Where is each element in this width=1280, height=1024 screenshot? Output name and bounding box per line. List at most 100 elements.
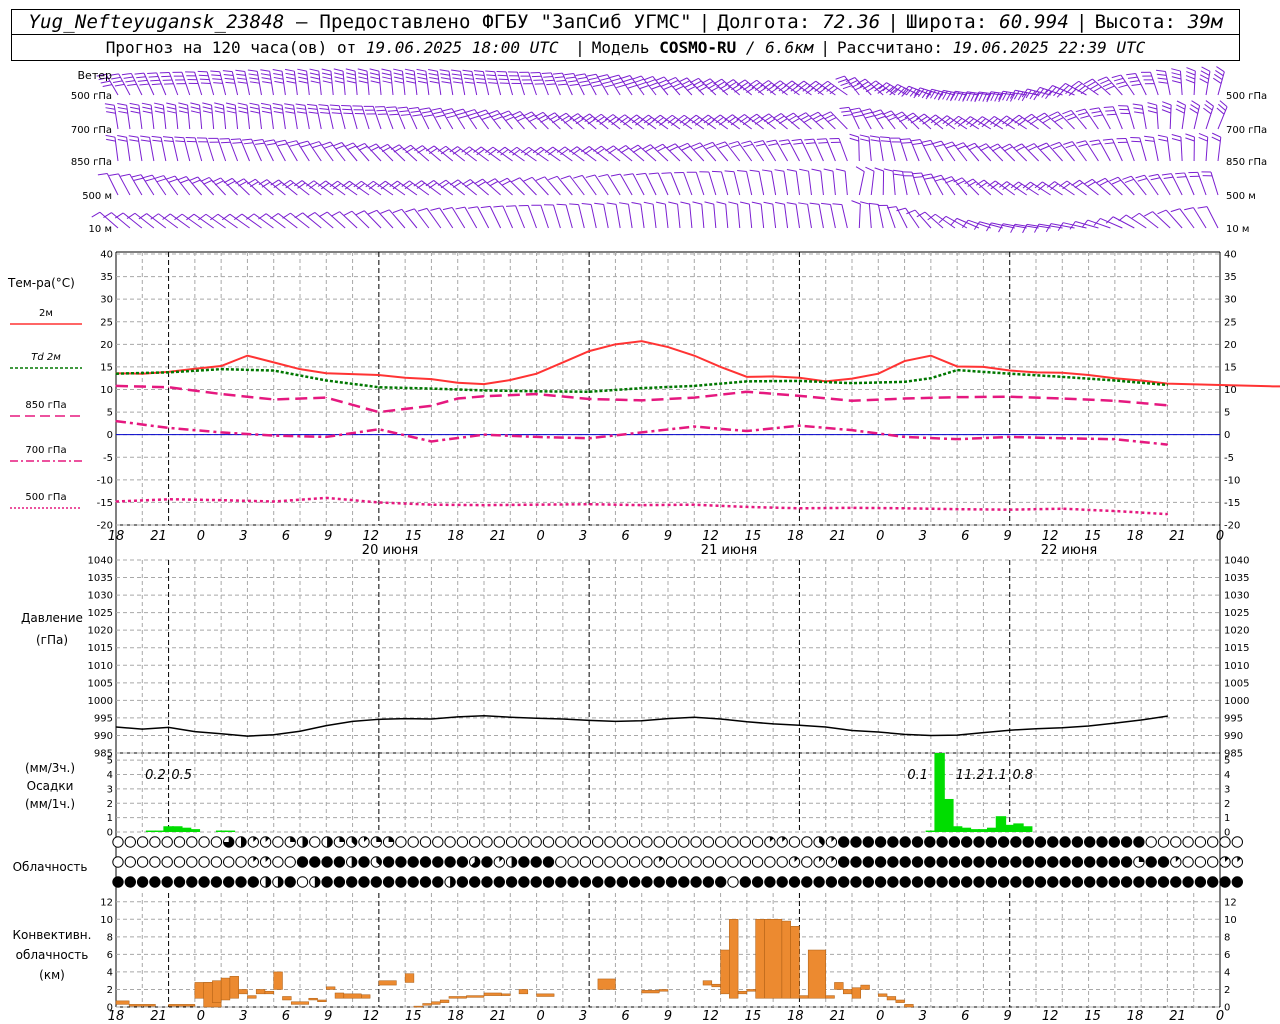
wind-barb-feather xyxy=(417,76,427,80)
cloud-symbol-fill xyxy=(1035,856,1046,868)
wind-barb-feather xyxy=(661,172,671,174)
wind-barb-feather xyxy=(627,84,638,89)
cloud-symbol-fill xyxy=(850,856,862,868)
cloud-symbol-fill xyxy=(198,876,210,888)
hour-tick-label: 9 xyxy=(324,529,332,544)
temp-tick-label: -20 xyxy=(1224,521,1240,532)
wind-barb-feather xyxy=(1074,83,1083,90)
wind-barb xyxy=(895,206,908,229)
wind-barb-feather xyxy=(287,140,297,144)
wind-barb-feather xyxy=(855,166,865,172)
wind-barb-feather xyxy=(1003,146,1013,152)
pressure-point xyxy=(509,716,511,718)
convective-bar xyxy=(422,1003,432,1006)
wind-barb-feather xyxy=(760,113,770,120)
cloud-symbol xyxy=(136,836,149,848)
wind-barb-feather xyxy=(667,117,676,124)
wind-barb-feather xyxy=(212,78,222,80)
temp-point xyxy=(746,380,748,382)
wind-barb-feather xyxy=(520,146,530,154)
wind-barb xyxy=(858,204,861,229)
wind-barb-feather xyxy=(284,107,295,110)
wind-barb-feather xyxy=(512,149,521,156)
hour-tick-label-bottom: 9 xyxy=(1004,1009,1012,1024)
wind-barb-feather xyxy=(766,118,776,125)
wind-barb-feather xyxy=(127,83,137,87)
convective-bar xyxy=(220,977,231,1001)
wind-barb-feather xyxy=(751,82,761,89)
wind-barb-feather xyxy=(772,80,781,87)
convective-bar xyxy=(825,995,835,999)
temp-point xyxy=(930,377,932,379)
wind-barb xyxy=(701,204,705,229)
wind-barb-feather xyxy=(154,110,165,114)
wind-barb-feather xyxy=(824,114,834,120)
wind-barb-feather xyxy=(329,180,338,188)
wind-barb-feather xyxy=(736,114,745,121)
wind-barb-feather xyxy=(437,145,447,152)
temp-point xyxy=(1166,513,1169,515)
wind-barb-feather xyxy=(593,145,602,152)
wind-barb-feather xyxy=(369,72,380,76)
wind-barb-feather xyxy=(358,76,368,80)
wind-barb-feather xyxy=(305,180,315,187)
temp-point xyxy=(693,504,695,506)
wind-barb-feather xyxy=(584,116,593,122)
wind-barb-feather xyxy=(787,82,796,90)
cloud-symbol-fill xyxy=(1059,856,1071,868)
wind-barb-feather xyxy=(490,113,501,118)
cloud-symbol-fill xyxy=(1133,876,1145,888)
wind-barb-feather xyxy=(455,206,465,210)
wind-barb-feather xyxy=(1011,114,1020,122)
wind-barb-feather xyxy=(1052,144,1063,150)
hour-tick-label-bottom: 0 xyxy=(1216,1009,1224,1024)
wind-barb-feather xyxy=(683,83,693,89)
wind-barb-feather xyxy=(1091,110,1101,114)
wind-barb-feather xyxy=(766,139,776,143)
wind-barb-feather xyxy=(428,69,438,72)
cloud-symbol-fill xyxy=(900,856,911,868)
wind-level-label-right: 10 м xyxy=(1226,224,1249,235)
cloud-symbol xyxy=(198,836,210,848)
wind-barb-feather xyxy=(893,169,903,172)
cloud-symbol xyxy=(112,856,124,868)
wind-barb-feather xyxy=(663,85,673,91)
cloud-symbol xyxy=(616,836,628,848)
cloud-symbol-fill xyxy=(1035,876,1046,888)
hour-tick-label-bottom: 18 xyxy=(108,1009,125,1024)
cloud-symbol-fill xyxy=(998,876,1009,888)
wind-barb-feather xyxy=(623,78,633,83)
wind-barb-feather xyxy=(1025,143,1035,148)
cloud-symbol-fill xyxy=(1022,836,1034,848)
wind-barb-feather xyxy=(277,143,288,147)
temp-point xyxy=(167,498,170,500)
temp-point xyxy=(1271,385,1274,387)
wind-barb-feather xyxy=(129,139,139,142)
convective-bar xyxy=(729,919,739,999)
wind-barb-feather xyxy=(710,86,720,92)
wind-barb-feather xyxy=(129,102,140,106)
cloud-symbol-fill xyxy=(912,856,923,868)
pressure-point xyxy=(877,731,879,733)
wind-barb-feather xyxy=(258,213,267,220)
wind-barb-feather xyxy=(186,213,195,221)
hour-tick-label-bottom: 12 xyxy=(1042,1009,1059,1024)
temp-point xyxy=(1035,371,1037,373)
wind-barb-feather xyxy=(242,138,252,141)
wind-barb-feather xyxy=(648,82,659,87)
wind-barb-feather xyxy=(611,77,622,82)
wind-barb-feather xyxy=(464,148,473,156)
temp-point xyxy=(693,397,695,399)
wind-barb-feather xyxy=(575,118,585,125)
wind-barb-feather xyxy=(1205,100,1214,107)
wind-barb-feather xyxy=(868,202,879,205)
precip-tick-label: 1 xyxy=(107,813,113,824)
wind-barb-feather xyxy=(1199,78,1209,84)
temp-point xyxy=(430,504,433,506)
wind-barb xyxy=(502,205,514,229)
wind-barb-feather xyxy=(749,169,760,172)
temp-point xyxy=(115,373,117,375)
wind-barb-feather xyxy=(310,80,321,84)
wind-barb-feather xyxy=(117,135,127,138)
temp-point xyxy=(641,387,643,389)
